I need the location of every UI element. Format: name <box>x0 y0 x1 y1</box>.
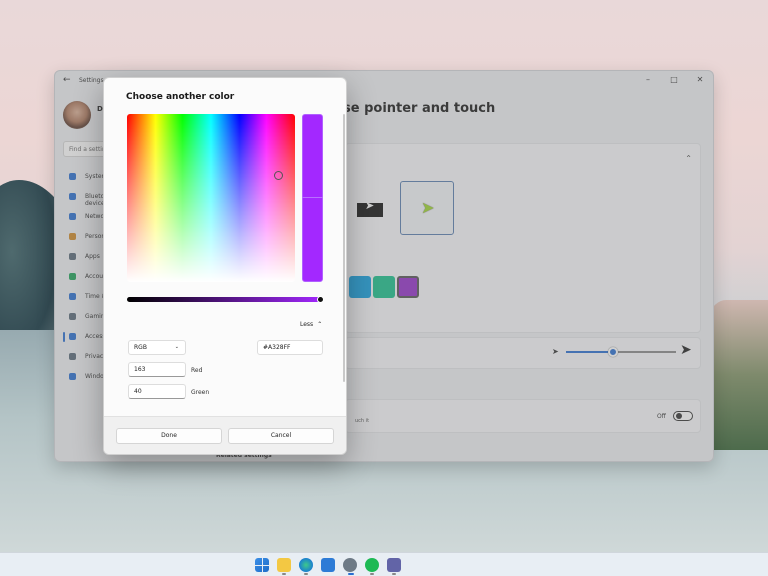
value-slider[interactable] <box>127 297 323 302</box>
red-input[interactable]: 163 <box>128 362 186 377</box>
done-button[interactable]: Done <box>116 428 222 444</box>
dialog-scrollbar[interactable] <box>343 114 345 382</box>
running-indicator <box>370 573 374 575</box>
spectrum-handle[interactable] <box>274 171 283 180</box>
taskbar <box>0 552 768 576</box>
color-mode-value: RGB <box>134 344 147 351</box>
chevron-down-icon: ⌄ <box>174 344 179 350</box>
color-picker-dialog: Choose another color Less ⌃ RGB ⌄ #A328FF… <box>103 77 347 455</box>
store-icon[interactable] <box>321 558 335 572</box>
green-label: Green <box>191 389 210 396</box>
color-preview <box>302 114 323 282</box>
windows-start-icon[interactable] <box>255 558 269 572</box>
color-mode-select[interactable]: RGB ⌄ <box>128 340 186 355</box>
spotify-icon[interactable] <box>365 558 379 572</box>
edge-icon[interactable] <box>299 558 313 572</box>
teams-icon[interactable] <box>387 558 401 572</box>
running-indicator <box>282 573 286 575</box>
file-explorer-icon[interactable] <box>277 558 291 572</box>
dialog-footer: Done Cancel <box>104 416 346 454</box>
settings-icon[interactable] <box>343 558 357 572</box>
color-spectrum[interactable] <box>127 114 295 282</box>
running-indicator <box>392 573 396 575</box>
green-input[interactable]: 40 <box>128 384 186 399</box>
dialog-title: Choose another color <box>126 92 235 102</box>
cancel-button[interactable]: Cancel <box>228 428 334 444</box>
red-label: Red <box>191 367 203 374</box>
value-slider-thumb[interactable] <box>317 296 324 303</box>
less-label: Less <box>300 321 314 328</box>
color-preview-divider <box>302 197 323 198</box>
hex-input[interactable]: #A328FF <box>257 340 323 355</box>
chevron-up-icon: ⌃ <box>317 321 323 328</box>
less-toggle-button[interactable]: Less ⌃ <box>300 321 322 328</box>
running-indicator <box>304 573 308 575</box>
active-indicator <box>348 573 354 575</box>
